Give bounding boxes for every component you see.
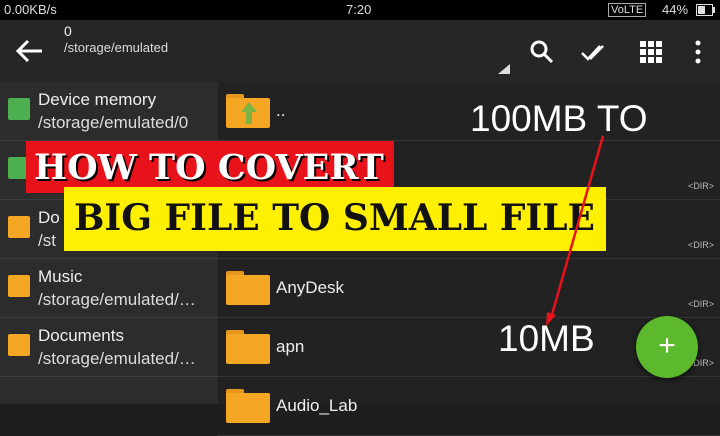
sidebar-item-label: Device memory: [38, 90, 157, 109]
back-arrow-icon[interactable]: [14, 38, 44, 64]
file-name: apn: [276, 337, 305, 356]
file-name: Audio_Lab: [276, 396, 358, 415]
folder-icon: [226, 389, 270, 423]
folder-icon: [226, 330, 270, 364]
current-path[interactable]: /storage/emulated: [64, 40, 168, 55]
device-memory-icon: [8, 98, 30, 120]
dir-tag: <DIR>: [687, 240, 714, 250]
item-count: 0: [64, 23, 72, 39]
sidebar-item-music[interactable]: Music /storage/emulated/…: [0, 259, 218, 318]
parent-folder-icon: [226, 94, 270, 128]
headline-text-2: BIG FILE TO SMALL FILE: [74, 197, 595, 239]
download-folder-icon: [8, 216, 30, 238]
file-row-audio-lab[interactable]: Audio_Lab: [218, 377, 720, 436]
grid-view-icon[interactable]: [637, 38, 665, 66]
sidebar-item-path: /storage/emulated/0: [38, 113, 189, 132]
sidebar-item-label: Music: [38, 267, 83, 286]
sidebar-item-label: Do: [38, 208, 60, 227]
from-size-label: 100MB TO: [470, 98, 648, 139]
clock: 7:20: [346, 2, 372, 17]
dir-tag: <DIR>: [687, 299, 714, 309]
headline-banner-yellow: BIG FILE TO SMALL FILE: [64, 187, 606, 251]
volte-badge: VoLTE: [608, 3, 647, 17]
select-all-icon[interactable]: [580, 38, 608, 66]
app-bar: 0 /storage/emulated: [0, 20, 720, 82]
music-folder-icon: [8, 275, 30, 297]
more-vert-icon[interactable]: [684, 38, 712, 66]
headline-text-1: HOW TO COVERT: [34, 147, 384, 188]
to-size-label: 10MB: [498, 318, 595, 359]
battery-percent: 44%: [662, 2, 689, 17]
file-row-anydesk[interactable]: AnyDesk <DIR>: [218, 259, 720, 318]
search-icon[interactable]: [528, 38, 556, 66]
status-bar: 0.00KB/s 7:20 VoLTE 44%: [0, 0, 720, 20]
sidebar-item-path: /storage/emulated/…: [38, 349, 196, 368]
headline-banner-red: HOW TO COVERT: [26, 141, 394, 193]
sidebar-item-documents[interactable]: Documents /storage/emulated/…: [0, 318, 218, 377]
network-speed: 0.00KB/s: [4, 2, 57, 17]
add-fab-button[interactable]: +: [636, 316, 698, 378]
file-name: AnyDesk: [276, 278, 345, 297]
folder-icon: [226, 271, 270, 305]
sidebar-item-label: Documents: [38, 326, 124, 345]
sidebar-item-device-memory[interactable]: Device memory /storage/emulated/0: [0, 82, 218, 141]
dir-tag: <DIR>: [687, 181, 714, 191]
sidebar-item-path: /storage/emulated/…: [38, 290, 196, 309]
documents-folder-icon: [8, 334, 30, 356]
battery-icon: [696, 4, 715, 16]
sort-indicator-icon[interactable]: [498, 64, 510, 74]
file-name: ..: [276, 101, 286, 120]
